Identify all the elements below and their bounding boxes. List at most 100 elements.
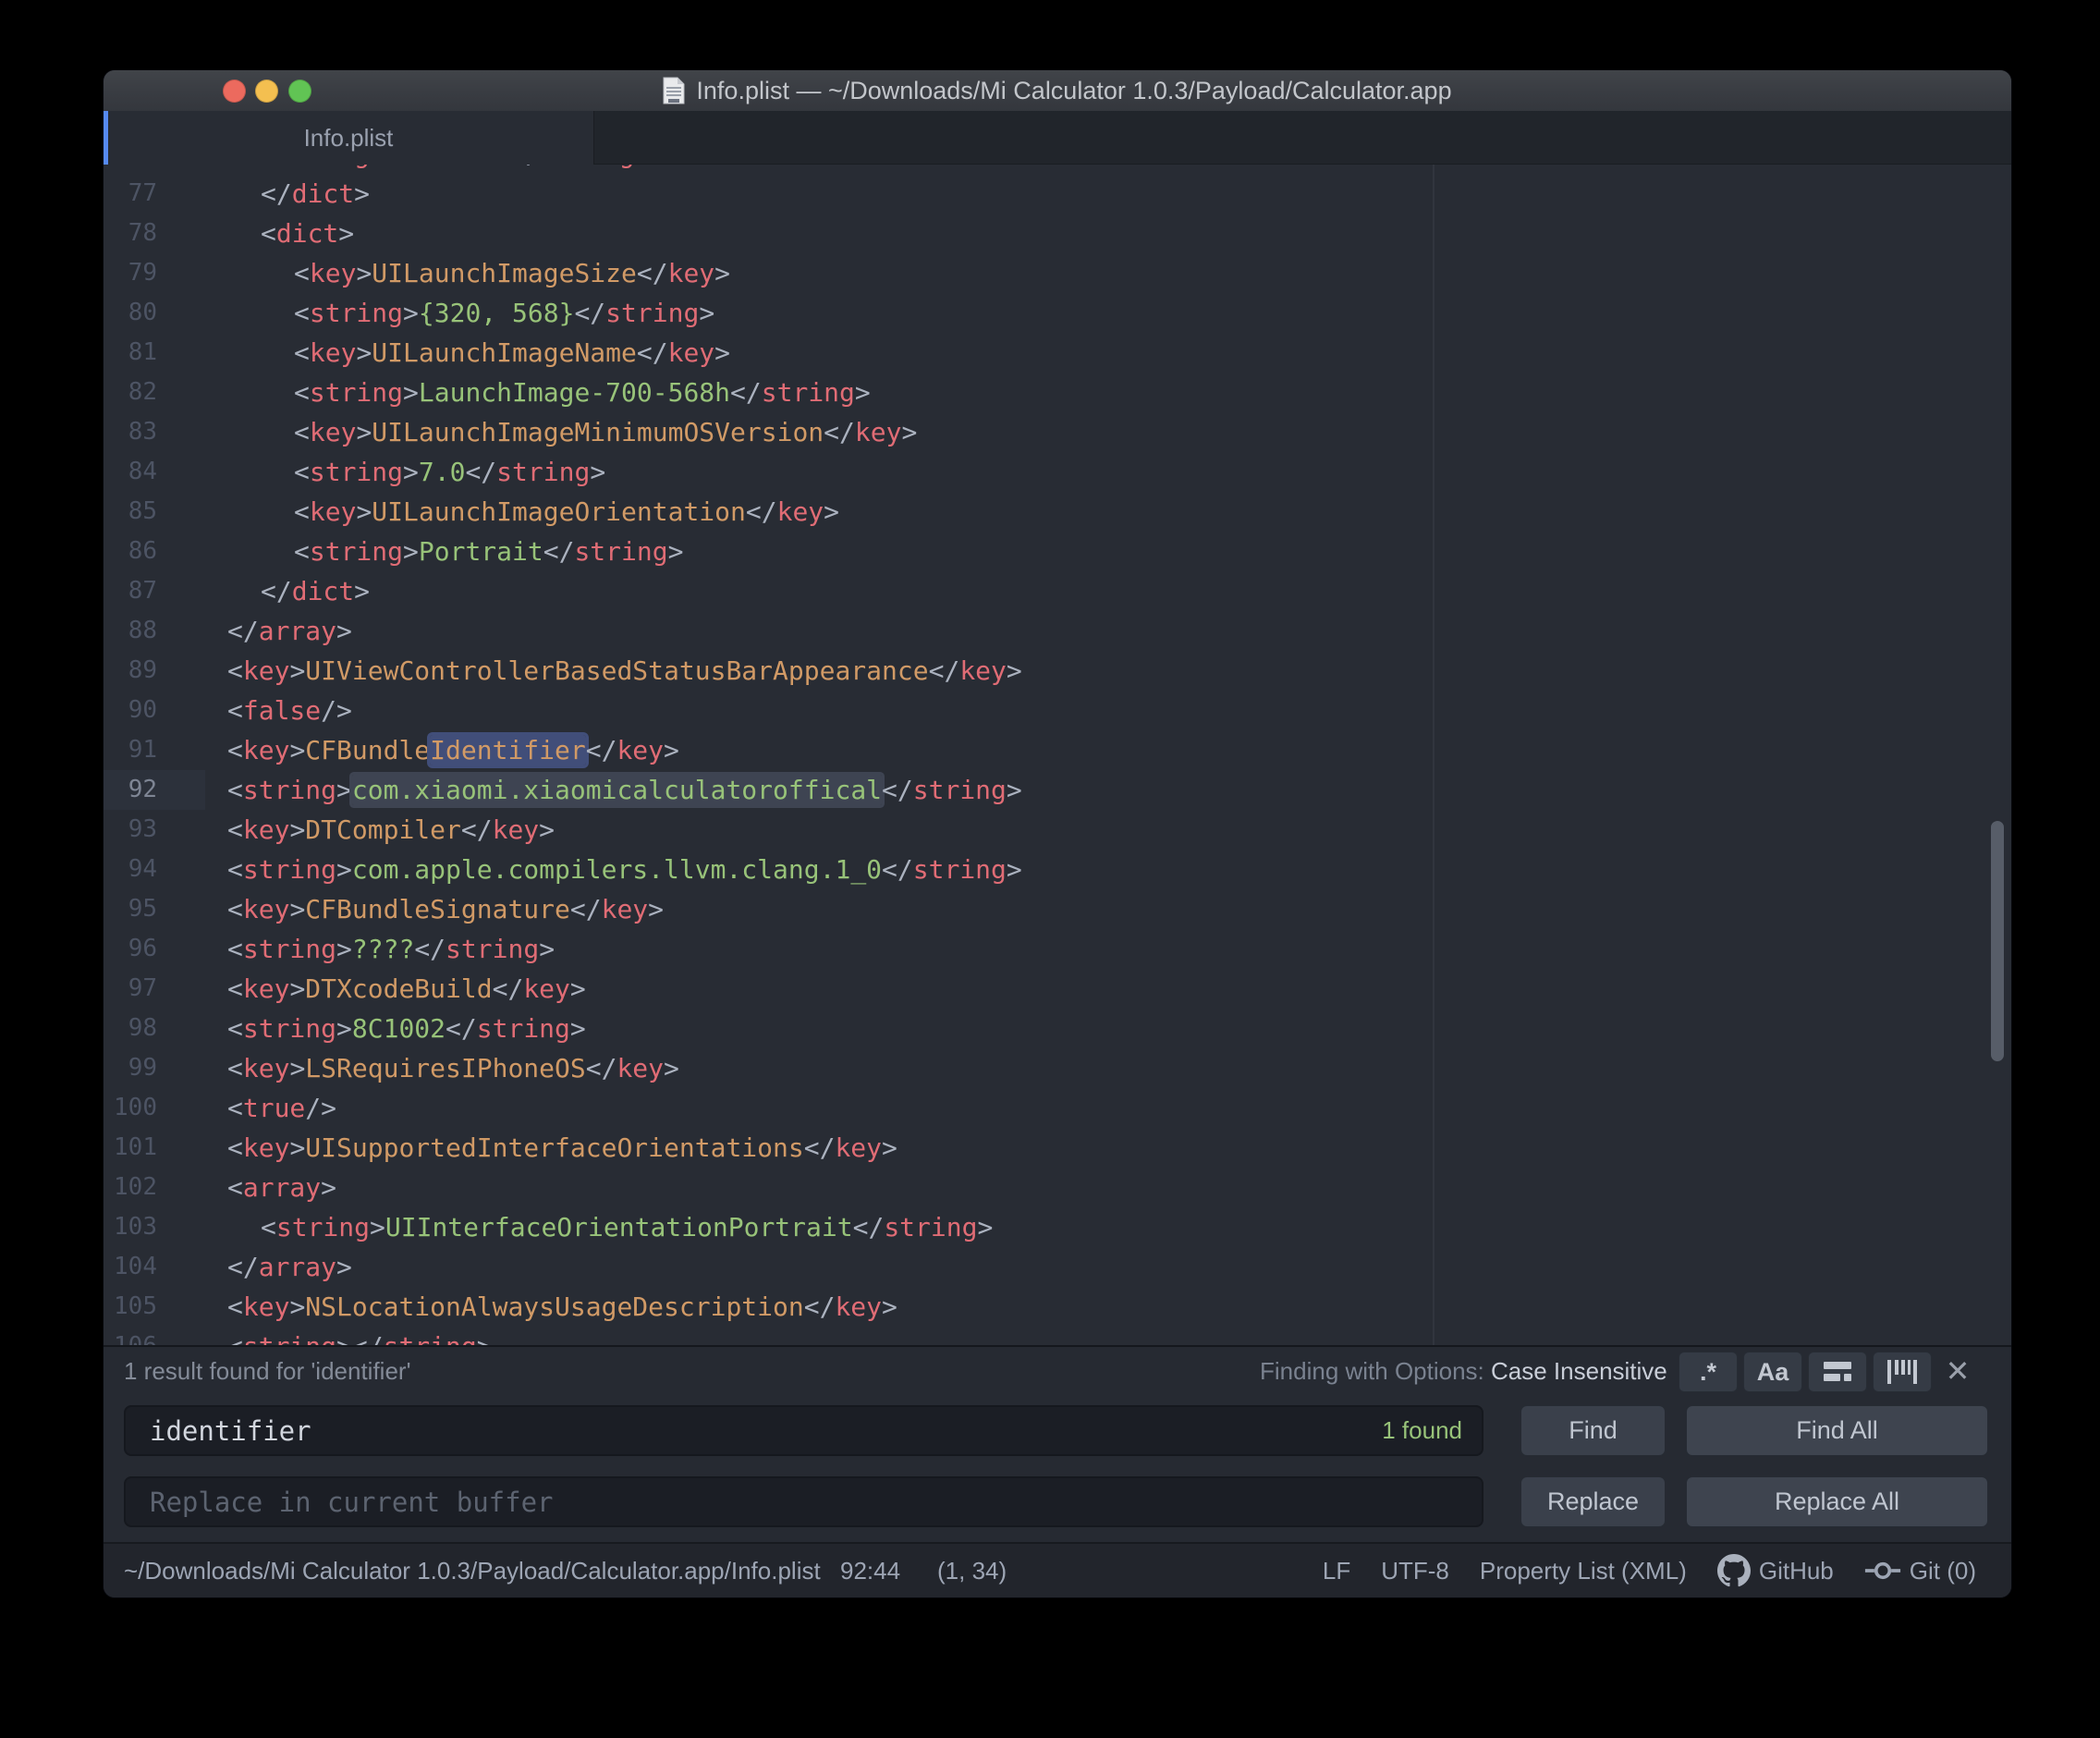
tab-bar: Info.plist xyxy=(104,111,2011,165)
code-token: < xyxy=(294,258,310,288)
code-token: UILaunchImageMinimumOSVersion xyxy=(372,417,824,447)
code-line[interactable]: 99 <key>LSRequiresIPhoneOS</key> xyxy=(104,1048,2011,1088)
replace-input[interactable] xyxy=(124,1476,1483,1527)
code-line[interactable]: 95 <key>CFBundleSignature</key> xyxy=(104,889,2011,929)
find-button[interactable]: Find xyxy=(1520,1405,1666,1456)
find-all-button[interactable]: Find All xyxy=(1686,1405,1988,1456)
vertical-scrollbar[interactable] xyxy=(1991,821,2004,1061)
code-line[interactable]: 101 <key>UISupportedInterfaceOrientations… xyxy=(104,1128,2011,1168)
code-line[interactable]: 92 <string>com.xiaomi.xiaomicalculatoroff… xyxy=(104,770,2011,810)
code-line[interactable]: 93 <key>DTCompiler</key> xyxy=(104,810,2011,850)
code-token: > xyxy=(648,894,665,924)
zoom-window-button[interactable] xyxy=(288,80,311,103)
code-token: com.apple.compilers.llvm.clang.1_0 xyxy=(351,854,883,885)
code-token: < xyxy=(294,298,310,328)
code-line[interactable]: 106<string></string> xyxy=(104,1327,2011,1345)
code-token: Portrait xyxy=(385,165,510,169)
code-token: > xyxy=(1006,775,1022,805)
code-token: < xyxy=(294,417,310,447)
code-token: key xyxy=(309,417,357,447)
code-line[interactable]: 102 <array> xyxy=(104,1168,2011,1207)
line-number: 102 xyxy=(114,1173,157,1201)
code-line[interactable]: 81 <key>UILaunchImageName</key> xyxy=(104,333,2011,373)
line-number: 91 xyxy=(128,736,157,764)
code-token: string xyxy=(605,298,700,328)
code-line[interactable]: 103 <string>UIInterfaceOrientationPortrai… xyxy=(104,1207,2011,1247)
find-button-label: Find xyxy=(1569,1416,1618,1444)
code-line[interactable]: 78 <dict> xyxy=(104,214,2011,253)
code-token: < xyxy=(227,814,243,845)
code-line[interactable]: 96 <string>????</string> xyxy=(104,929,2011,969)
encoding-indicator[interactable]: UTF-8 xyxy=(1381,1557,1449,1585)
tab-info-plist[interactable]: Info.plist xyxy=(104,111,594,165)
code-token: UIViewControllerBasedStatusBarAppearance xyxy=(305,655,929,686)
code-token: < xyxy=(227,735,243,765)
code-token: </ xyxy=(510,165,542,169)
code-line[interactable]: <string>Portrait</string> xyxy=(104,165,2011,174)
minimize-window-button[interactable] xyxy=(255,80,278,103)
code-token: > xyxy=(882,1291,897,1322)
line-number: 100 xyxy=(114,1094,157,1121)
code-line[interactable]: 79 <key>UILaunchImageSize</key> xyxy=(104,253,2011,293)
close-find-panel-button[interactable]: ✕ xyxy=(1939,1347,1976,1395)
code-token: key xyxy=(242,1132,290,1163)
code-line[interactable]: 86 <string>Portrait</string> xyxy=(104,532,2011,571)
code-token: string xyxy=(309,536,404,567)
regex-option-button[interactable]: .* xyxy=(1679,1352,1738,1392)
case-option-button[interactable]: Aa xyxy=(1743,1352,1802,1392)
code-line[interactable]: 85 <key>UILaunchImageOrientation</key> xyxy=(104,492,2011,532)
window-title: Info.plist — ~/Downloads/Mi Calculator 1… xyxy=(696,76,1452,104)
code-token: > xyxy=(354,178,371,209)
code-line[interactable]: 90 <false/> xyxy=(104,691,2011,730)
code-line[interactable]: 77 </dict> xyxy=(104,174,2011,214)
code-token: < xyxy=(227,1172,243,1203)
code-line[interactable]: 80 <string>{320, 568}</string> xyxy=(104,293,2011,333)
github-label: GitHub xyxy=(1758,1556,1834,1585)
find-input[interactable] xyxy=(124,1405,1483,1456)
code-line[interactable]: 100 <true/> xyxy=(104,1088,2011,1128)
grammar-indicator[interactable]: Property List (XML) xyxy=(1480,1557,1687,1585)
code-token: < xyxy=(294,496,310,527)
close-window-button[interactable] xyxy=(223,80,246,103)
code-token: string xyxy=(242,775,337,805)
code-line[interactable]: 104 </array> xyxy=(104,1247,2011,1287)
code-token: key xyxy=(617,735,665,765)
line-ending-indicator[interactable]: LF xyxy=(1323,1557,1350,1585)
code-token: true xyxy=(242,1093,306,1123)
replace-button[interactable]: Replace xyxy=(1520,1476,1666,1527)
code-token: < xyxy=(227,655,243,686)
code-line[interactable]: 98 <string>8C1002</string> xyxy=(104,1009,2011,1048)
code-token: key xyxy=(242,735,290,765)
code-line[interactable]: 82 <string>LaunchImage-700-568h</string> xyxy=(104,373,2011,412)
git-status[interactable]: Git (0) xyxy=(1864,1552,1976,1589)
line-number xyxy=(104,165,205,174)
code-token: key xyxy=(523,973,570,1004)
code-token: string xyxy=(242,854,337,885)
in-selection-option-button[interactable] xyxy=(1808,1352,1867,1392)
code-line[interactable]: 83 <key>UILaunchImageMinimumOSVersion</ke… xyxy=(104,412,2011,452)
code-line[interactable]: 88 </array> xyxy=(104,611,2011,651)
code-line[interactable]: 105 <key>NSLocationAlwaysUsageDescription… xyxy=(104,1287,2011,1327)
tab-label: Info.plist xyxy=(303,123,394,152)
text-editor[interactable]: <string>Portrait</string>77</dict>78<dic… xyxy=(104,165,2011,1345)
code-line[interactable]: 94 <string>com.apple.compilers.llvm.clang… xyxy=(104,850,2011,889)
replace-all-button[interactable]: Replace All xyxy=(1686,1476,1988,1527)
code-token: < xyxy=(227,1291,243,1322)
code-line[interactable]: 91 <key>CFBundleIdentifier</key> xyxy=(104,730,2011,770)
code-line[interactable]: 84 <string>7.0</string> xyxy=(104,452,2011,492)
code-token: </ xyxy=(492,973,524,1004)
code-token: </ xyxy=(569,894,602,924)
cursor-position[interactable]: 92:44 xyxy=(840,1544,900,1597)
whole-word-option-button[interactable] xyxy=(1873,1352,1932,1392)
code-token: > xyxy=(977,1212,994,1242)
code-token: UIInterfaceOrientationPortrait xyxy=(385,1212,853,1242)
code-line[interactable]: 89 <key>UIViewControllerBasedStatusBarApp… xyxy=(104,651,2011,691)
code-token: key xyxy=(242,973,290,1004)
line-number: 88 xyxy=(128,617,157,644)
github-status[interactable]: GitHub xyxy=(1716,1554,1834,1587)
code-token: > xyxy=(321,1172,337,1203)
code-line[interactable]: 87 </dict> xyxy=(104,571,2011,611)
code-token: string xyxy=(243,1331,336,1345)
code-line[interactable]: 97 <key>DTXcodeBuild</key> xyxy=(104,969,2011,1009)
find-match-highlight: Identifier xyxy=(430,735,586,765)
